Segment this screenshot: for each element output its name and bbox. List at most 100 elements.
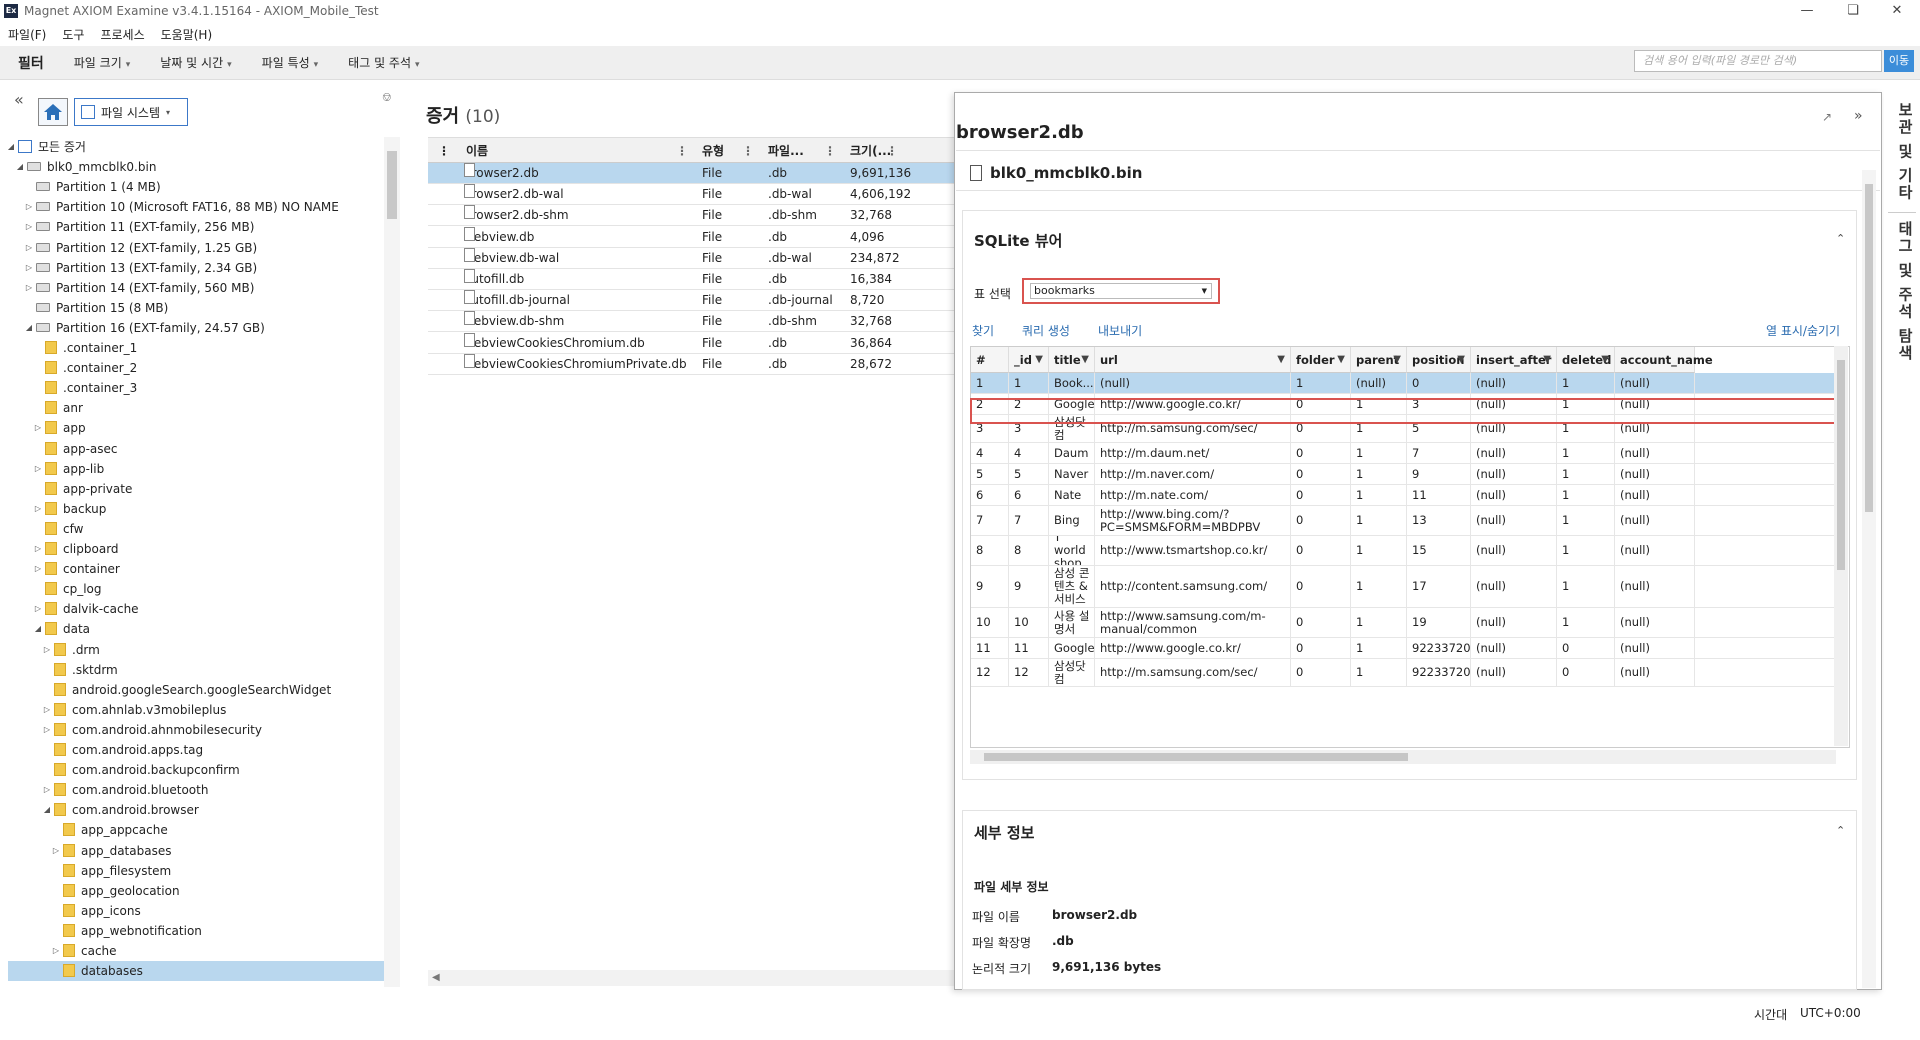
evidence-hscrollbar[interactable]: ◀ [428, 970, 958, 986]
expanded-arrow-icon[interactable]: ◢ [15, 157, 25, 177]
collapse-panel-icon[interactable]: « [14, 90, 24, 109]
collapse-section-icon[interactable]: ⌃ [1836, 824, 1845, 837]
collapsed-arrow-icon[interactable]: ▷ [24, 217, 34, 237]
collapsed-arrow-icon[interactable]: ▷ [51, 941, 61, 961]
collapsed-arrow-icon[interactable]: ▷ [33, 459, 43, 479]
grid-row[interactable]: 5 5 Naver http://m.naver.com/0 1 9 (null) 1 (nul… [971, 464, 1843, 485]
tree-item[interactable]: app_geolocation [8, 881, 384, 901]
grid-header-title[interactable]: title ▼ [1049, 347, 1095, 373]
filter-file-attributes[interactable]: 파일 특성 ▾ [262, 54, 319, 71]
grid-header-folder[interactable]: folder ▼ [1291, 347, 1351, 373]
tree-item[interactable]: ▷ Partition 11 (EXT-family, 256 MB) [8, 217, 384, 237]
menu-help[interactable]: 도움말(H) [161, 26, 213, 43]
tree-item[interactable]: ◢ com.android.browser [8, 800, 384, 820]
column-header-type[interactable]: 유형 ⋮ [694, 137, 760, 163]
tree-item[interactable]: ▷ container [8, 559, 384, 579]
evidence-row[interactable]: autofill.db File .db 16,384 [428, 269, 958, 290]
collapsed-arrow-icon[interactable]: ▷ [42, 640, 52, 660]
filter-tags-comments[interactable]: 태그 및 주석 ▾ [348, 54, 419, 71]
tree-item[interactable]: ▷ com.android.ahnmobilesecurity [8, 720, 384, 740]
collapsed-arrow-icon[interactable]: ▷ [24, 197, 34, 217]
tree-item[interactable]: app_webnotification [8, 921, 384, 941]
column-header-name[interactable]: 이름 ⋮ [458, 137, 694, 163]
table-select-dropdown[interactable]: bookmarks ▼ [1022, 278, 1220, 304]
column-header-ext[interactable]: 파일... ⋮ [760, 137, 842, 163]
tree-item[interactable]: Partition 15 (8 MB) [8, 298, 384, 318]
tree-item[interactable]: anr [8, 398, 384, 418]
evidence-row[interactable]: browser2.db-shm File .db-shm 32,768 [428, 205, 958, 227]
grid-header-position[interactable]: position ▼ [1407, 347, 1471, 373]
tree-item[interactable]: .sktdrm [8, 660, 384, 680]
collapsed-arrow-icon[interactable]: ▷ [51, 841, 61, 861]
tree-item[interactable]: app_icons [8, 901, 384, 921]
grid-row[interactable]: 4 4 Daum http://m.daum.net/0 1 7 (null) 1 (null) [971, 443, 1843, 464]
tree-item[interactable]: ▷ dalvik-cache [8, 599, 384, 619]
collapsed-arrow-icon[interactable]: ▷ [42, 700, 52, 720]
tree-item[interactable]: com.android.backupconfirm [8, 760, 384, 780]
tree-item[interactable]: ▷ Partition 13 (EXT-family, 2.34 GB) [8, 258, 384, 278]
grid-row[interactable]: 1 1 Book... (null) 1 (null) 0 (null) 1 (null) [971, 373, 1843, 394]
collapsed-arrow-icon[interactable]: ▷ [42, 720, 52, 740]
grid-vscrollbar[interactable] [1834, 346, 1848, 746]
home-button[interactable] [38, 98, 68, 126]
evidence-row[interactable]: webviewCookiesChromiumPrivate.db File .db 2… [428, 353, 958, 375]
tree-item[interactable]: ▷ cache [8, 941, 384, 961]
evidence-row[interactable]: browser2.db File .db 9,691,136 [428, 163, 958, 184]
create-query-link[interactable]: 쿼리 생성 [1022, 322, 1070, 339]
collapse-section-icon[interactable]: ⌃ [1836, 232, 1845, 245]
tree-item[interactable]: databases [8, 961, 384, 982]
evidence-row[interactable]: autofill.db-journal File .db-journal 8,720 [428, 290, 958, 312]
pin-icon[interactable]: ⎊ [382, 90, 392, 105]
collapsed-arrow-icon[interactable]: ▷ [33, 539, 43, 559]
filter-icon[interactable]: ▼ [1457, 347, 1465, 373]
tree-item[interactable]: app-private [8, 479, 384, 499]
tree-item[interactable]: cp_log [8, 579, 384, 599]
menu-file[interactable]: 파일(F) [8, 26, 46, 43]
tree-item[interactable]: ▷ backup [8, 499, 384, 519]
grid-row[interactable]: 10 10 사용 설명서 http://www.samsung.com/m-manua… [971, 608, 1843, 638]
evidence-row[interactable]: webviewCookiesChromium.db File .db 36,864 [428, 332, 958, 354]
toggle-columns-link[interactable]: 열 표시/숨기기 [1766, 322, 1840, 339]
filter-icon[interactable]: ▼ [1081, 347, 1089, 373]
tree-item[interactable]: .container_1 [8, 338, 384, 358]
expanded-arrow-icon[interactable]: ◢ [8, 137, 16, 157]
tree-item[interactable]: ▷ .drm [8, 640, 384, 660]
expand-right-icon[interactable]: » [1854, 108, 1863, 124]
collapsed-arrow-icon[interactable]: ▷ [33, 418, 43, 438]
search-go-button[interactable]: 이동 [1884, 50, 1914, 72]
export-link[interactable]: 내보내기 [1098, 322, 1142, 339]
grid-header-id[interactable]: _id ▼ [1009, 347, 1049, 373]
tree-item[interactable]: ▷ app [8, 418, 384, 438]
filter-icon[interactable]: ▼ [1601, 347, 1609, 373]
collapsed-arrow-icon[interactable]: ▷ [42, 780, 52, 800]
tree-item[interactable]: ▷ app_databases [8, 841, 384, 861]
grid-row[interactable]: 9 9 삼성 콘텐츠 & 서비스 http://content.samsung.com… [971, 566, 1843, 608]
grid-row[interactable]: 11 11 Google http://www.google.co.kr/0 1 9223… [971, 638, 1843, 659]
tree-item[interactable]: .container_2 [8, 358, 384, 378]
grid-hscrollbar[interactable] [970, 750, 1836, 764]
tree-item[interactable]: android.googleSearch.googleSearchWidget [8, 680, 384, 700]
file-system-dropdown[interactable]: 파일 시스템 ▾ [74, 98, 188, 126]
grid-header-parent[interactable]: parent ▼ [1351, 347, 1407, 373]
filter-icon[interactable]: ▼ [1337, 347, 1345, 373]
tree-item[interactable]: cfw [8, 519, 384, 539]
menu-tools[interactable]: 도구 [62, 26, 84, 43]
tree-item[interactable]: ▷ Partition 12 (EXT-family, 1.25 GB) [8, 238, 384, 258]
evidence-row[interactable]: webview.db-wal File .db-wal 234,872 [428, 247, 958, 269]
tree-item[interactable]: app_filesystem [8, 861, 384, 881]
collapsed-arrow-icon[interactable]: ▷ [24, 278, 34, 298]
grid-header-index[interactable]: # [971, 347, 1009, 373]
filter-icon[interactable]: ▼ [1543, 347, 1551, 373]
expanded-arrow-icon[interactable]: ◢ [33, 619, 43, 639]
collapsed-arrow-icon[interactable]: ▷ [24, 238, 34, 258]
side-tab-archive[interactable]: 보관 및 기타 [1888, 102, 1916, 201]
filter-icon[interactable]: ▼ [1277, 347, 1285, 373]
popout-icon[interactable]: ↗ [1822, 110, 1832, 124]
tree-scrollbar[interactable] [384, 137, 400, 987]
minimize-button[interactable]: — [1784, 0, 1830, 22]
grid-header-url[interactable]: url ▼ [1095, 347, 1291, 373]
evidence-row[interactable]: webview.db File .db 4,096 [428, 226, 958, 248]
evidence-row[interactable]: webview.db-shm File .db-shm 32,768 [428, 311, 958, 333]
tree-item[interactable]: Partition 1 (4 MB) [8, 177, 384, 197]
collapsed-arrow-icon[interactable]: ▷ [33, 499, 43, 519]
